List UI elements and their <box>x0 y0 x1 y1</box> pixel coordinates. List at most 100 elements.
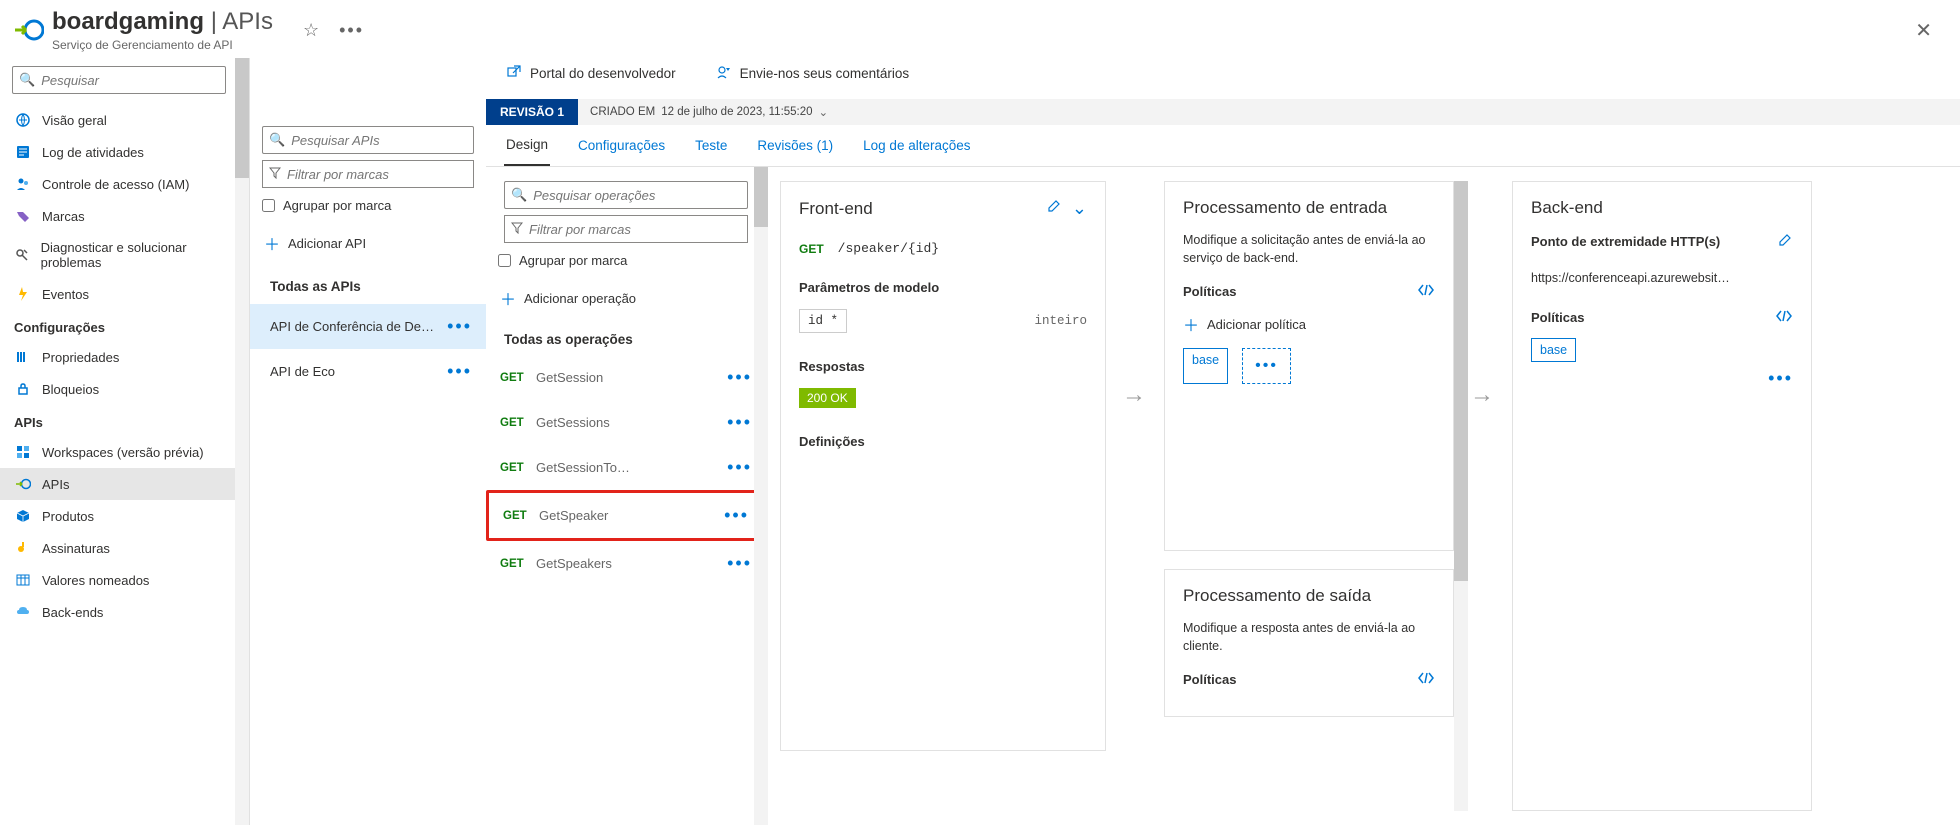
nav-label: Diagnosticar e solucionar problemas <box>41 240 235 270</box>
nav-backends[interactable]: Back-ends <box>0 596 249 628</box>
service-name: boardgaming <box>52 8 204 35</box>
add-operation-label: Adicionar operação <box>524 291 636 306</box>
all-apis-heading[interactable]: Todas as APIs <box>250 263 486 304</box>
nav-tags[interactable]: Marcas <box>0 200 249 232</box>
api-search-input[interactable] <box>291 133 469 148</box>
backend-endpoint-label: Ponto de extremidade HTTP(s) <box>1531 234 1720 249</box>
page-title: boardgaming | APIs <box>52 8 273 36</box>
base-policy-chip[interactable]: base <box>1531 338 1576 362</box>
group-by-tag-checkbox[interactable] <box>262 199 275 212</box>
operation-item[interactable]: GETGetSessionTo…••• <box>486 445 766 490</box>
add-api-link[interactable]: ＋ Adicionar API <box>250 223 486 263</box>
ops-search-input[interactable] <box>533 188 741 203</box>
op-name: GetSession <box>536 370 727 385</box>
tab-config[interactable]: Configurações <box>576 126 667 165</box>
revision-bar: REVISÃO 1 CRIADO EM 12 de julho de 2023,… <box>486 99 1960 125</box>
op-name: GetSessionTo… <box>536 460 727 475</box>
nav-heading-apis: APIs <box>0 405 249 436</box>
backend-policies-title: Políticas <box>1531 310 1584 325</box>
op-more-icon[interactable]: ••• <box>727 367 752 388</box>
api-item[interactable]: API de Conferência de De…••• <box>250 304 486 349</box>
nav-activity-log[interactable]: Log de atividades <box>0 136 249 168</box>
nav-search-box[interactable]: 🔍 <box>12 66 226 94</box>
revision-badge[interactable]: REVISÃO 1 <box>486 99 578 125</box>
add-policy-label: Adicionar política <box>1207 317 1306 332</box>
edit-icon[interactable] <box>1777 232 1793 251</box>
nav-label: Controle de acesso (IAM) <box>42 177 189 192</box>
backend-title: Back-end <box>1531 198 1793 218</box>
op-more-icon[interactable]: ••• <box>727 553 752 574</box>
response-200-badge[interactable]: 200 OK <box>799 388 856 408</box>
named-values-icon <box>14 572 32 588</box>
api-filter-box[interactable] <box>262 160 474 188</box>
frontend-panel: Front-end ⌄ GET /speaker/{id} Parâmetros… <box>780 181 1106 751</box>
nav-label: Workspaces (versão prévia) <box>42 445 204 460</box>
nav-diagnose[interactable]: Diagnosticar e solucionar problemas <box>0 232 249 278</box>
ops-group-checkbox[interactable] <box>498 254 511 267</box>
panels-area: Front-end ⌄ GET /speaker/{id} Parâmetros… <box>766 167 1960 825</box>
add-policy-placeholder[interactable]: ••• <box>1242 348 1291 384</box>
nav-overview[interactable]: Visão geral <box>0 104 249 136</box>
nav-iam[interactable]: Controle de acesso (IAM) <box>0 168 249 200</box>
http-path: /speaker/{id} <box>838 241 939 256</box>
add-policy-link[interactable]: ＋ Adicionar política <box>1183 312 1435 336</box>
tab-changelog[interactable]: Log de alterações <box>861 126 972 165</box>
nav-subscriptions[interactable]: Assinaturas <box>0 532 249 564</box>
top-toolbar: Portal do desenvolvedor Envie-nos seus c… <box>486 58 1960 99</box>
operation-item[interactable]: GETGetSession••• <box>486 355 766 400</box>
code-editor-icon[interactable] <box>1417 671 1435 688</box>
processing-scrollbar[interactable] <box>1454 181 1468 811</box>
op-more-icon[interactable]: ••• <box>727 412 752 433</box>
apim-logo-icon <box>12 14 44 46</box>
operation-item[interactable]: GETGetSessions••• <box>486 400 766 445</box>
api-search-box[interactable]: 🔍 <box>262 126 474 154</box>
nav-properties[interactable]: Propriedades <box>0 341 249 373</box>
close-icon[interactable]: ✕ <box>1907 14 1940 47</box>
nav-search-input[interactable] <box>41 73 219 88</box>
backend-more-icon[interactable]: ••• <box>1531 368 1793 389</box>
op-more-icon[interactable]: ••• <box>724 505 749 526</box>
operation-item[interactable]: GETGetSpeakers••• <box>486 541 766 586</box>
ops-search-box[interactable]: 🔍 <box>504 181 748 209</box>
products-icon <box>14 508 32 524</box>
feedback-link[interactable]: Envie-nos seus comentários <box>716 64 910 83</box>
tab-design[interactable]: Design <box>504 125 550 166</box>
operation-item[interactable]: GETGetSpeaker••• <box>486 490 766 541</box>
events-icon <box>14 286 32 302</box>
api-item-more-icon[interactable]: ••• <box>443 361 476 382</box>
tab-revisions[interactable]: Revisões (1) <box>755 126 835 165</box>
chevron-down-icon[interactable]: ⌄ <box>1072 198 1087 219</box>
ops-filter-input[interactable] <box>529 222 741 237</box>
developer-portal-link[interactable]: Portal do desenvolvedor <box>506 64 676 83</box>
more-actions-icon[interactable]: ••• <box>339 20 364 41</box>
ops-filter-box[interactable] <box>504 215 748 243</box>
favorite-star-icon[interactable]: ☆ <box>303 20 319 41</box>
api-item-more-icon[interactable]: ••• <box>443 316 476 337</box>
nav-products[interactable]: Produtos <box>0 500 249 532</box>
nav-apis[interactable]: APIs <box>0 468 249 500</box>
add-api-label: Adicionar API <box>288 236 366 251</box>
overview-icon <box>14 112 32 128</box>
nav-workspaces[interactable]: Workspaces (versão prévia) <box>0 436 249 468</box>
edit-icon[interactable] <box>1046 198 1062 219</box>
nav-scrollbar[interactable] <box>235 58 249 825</box>
ops-group-row[interactable]: Agrupar por marca <box>486 249 766 278</box>
tab-test[interactable]: Teste <box>693 126 729 165</box>
api-filter-input[interactable] <box>287 167 467 182</box>
api-item[interactable]: API de Eco••• <box>250 349 486 394</box>
chevron-down-icon[interactable]: ⌄ <box>819 105 829 119</box>
add-operation-link[interactable]: ＋ Adicionar operação <box>486 278 766 318</box>
code-editor-icon[interactable] <box>1417 283 1435 300</box>
nav-events[interactable]: Eventos <box>0 278 249 310</box>
all-operations-heading[interactable]: Todas as operações <box>486 318 766 355</box>
base-policy-chip[interactable]: base <box>1183 348 1228 384</box>
code-editor-icon[interactable] <box>1775 309 1793 326</box>
nav-label: Propriedades <box>42 350 119 365</box>
op-method: GET <box>500 462 536 474</box>
nav-locks[interactable]: Bloqueios <box>0 373 249 405</box>
op-more-icon[interactable]: ••• <box>727 457 752 478</box>
group-by-tag-row[interactable]: Agrupar por marca <box>250 194 486 223</box>
nav-label: APIs <box>42 477 69 492</box>
nav-named-values[interactable]: Valores nomeados <box>0 564 249 596</box>
nav-heading-config: Configurações <box>0 310 249 341</box>
